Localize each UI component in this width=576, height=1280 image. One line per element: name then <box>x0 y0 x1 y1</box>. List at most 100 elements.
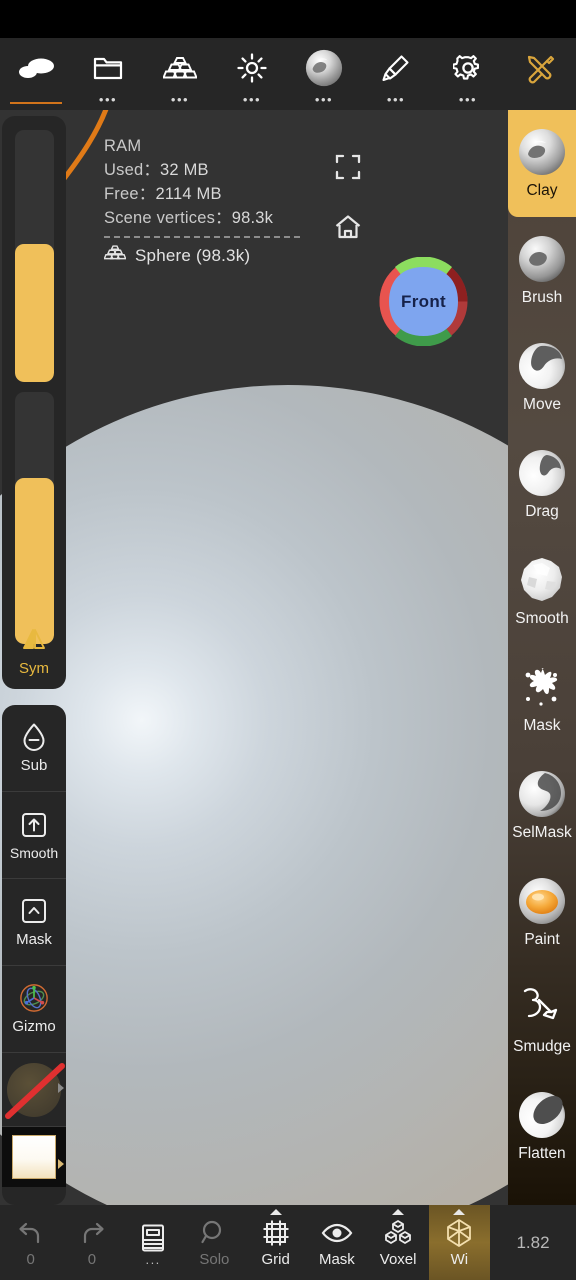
redo-arrow-icon <box>76 1217 108 1249</box>
bottom-item-voxel[interactable]: Voxel <box>368 1205 429 1280</box>
view-orientation-widget[interactable]: Front <box>379 256 468 347</box>
flatten-ball-icon <box>517 1090 567 1140</box>
bottom-item-grid[interactable]: Grid <box>245 1205 306 1280</box>
chevron-up-icon <box>453 1209 466 1215</box>
tool-item-label: Mask <box>523 717 561 734</box>
symmetry-icon <box>19 627 49 656</box>
tool-item-smudge[interactable]: Smudge <box>508 966 576 1073</box>
tool-item-label: Move <box>523 396 561 413</box>
wireframe-icon <box>443 1217 475 1249</box>
tool-item-label: Flatten <box>518 1145 566 1162</box>
tool-item-selmask[interactable]: SelMask <box>508 752 576 859</box>
bottom-item-solo[interactable]: Solo <box>184 1205 245 1280</box>
bottom-item-wireframe[interactable]: Wi <box>428 1205 490 1280</box>
paint-ball-icon <box>517 876 567 926</box>
ram-used-label: Used： <box>104 161 161 179</box>
sphere-model[interactable] <box>0 385 576 1205</box>
bottom-item-redo[interactable]: 0 <box>61 1205 122 1280</box>
topbar-more-dots: ••• <box>98 92 118 107</box>
ram-free-row: Free：2114 MB <box>104 182 300 206</box>
ram-free-value: 2114 MB <box>155 185 222 203</box>
bottom-item-layers[interactable]: ... <box>123 1205 184 1280</box>
topbar-item-settings[interactable]: ••• <box>432 38 504 110</box>
home-icon[interactable] <box>331 210 365 244</box>
left-item-label: Gizmo <box>12 1018 56 1035</box>
tool-item-label: Smooth <box>515 610 569 627</box>
scene-info-overlay: RAM Used：32 MB Free：2114 MB Scene vertic… <box>103 134 300 268</box>
left-item-gizmo[interactable]: Gizmo <box>2 966 66 1053</box>
topbar-item-tools[interactable] <box>504 38 576 110</box>
chevron-up-icon <box>269 1209 282 1215</box>
tool-item-mask[interactable]: Mask <box>508 645 576 752</box>
scene-object-row[interactable]: Sphere (98.3k) <box>103 244 300 268</box>
undo-count: 0 <box>26 1251 35 1268</box>
topbar-item-topology[interactable]: ••• <box>144 38 216 110</box>
grid-label: Grid <box>261 1251 290 1268</box>
topbar-item-lighting[interactable]: ••• <box>216 38 288 110</box>
topbar-item-material[interactable]: ••• <box>288 38 360 110</box>
viewport-3d[interactable]: RAM Used：32 MB Free：2114 MB Scene vertic… <box>0 110 576 1205</box>
view-orientation-label: Front <box>401 291 446 311</box>
brush-intensity-slider[interactable] <box>15 392 54 644</box>
app-version: 1.82 <box>490 1205 576 1280</box>
stacked-blocks-icon <box>160 48 200 88</box>
status-bar <box>0 0 576 38</box>
bottom-item-mask[interactable]: Mask <box>306 1205 367 1280</box>
smooth-ball-icon <box>517 555 567 605</box>
stacked-blocks-icon <box>103 244 127 268</box>
topbar-item-files[interactable]: ••• <box>72 38 144 110</box>
left-item-mask[interactable]: Mask <box>2 879 66 966</box>
bottom-item-undo[interactable]: 0 <box>0 1205 61 1280</box>
folder-icon <box>88 48 128 88</box>
ram-used-row: Used：32 MB <box>104 158 300 182</box>
redo-count: 0 <box>87 1251 97 1268</box>
brush-size-slider[interactable] <box>15 130 54 382</box>
topbar-more-dots: ••• <box>242 92 262 107</box>
left-item-sub[interactable]: Sub <box>2 705 66 792</box>
smudge-hand-icon <box>517 983 567 1033</box>
alpha-swatch[interactable] <box>2 1053 66 1127</box>
color-chip <box>12 1135 56 1179</box>
voxel-cubes-icon <box>382 1217 414 1249</box>
scene-vertices-value: 98.3k <box>231 209 274 227</box>
topbar-item-sculpt[interactable] <box>0 38 72 110</box>
symmetry-button[interactable]: Sym <box>2 616 66 688</box>
undo-arrow-icon <box>15 1217 47 1249</box>
tool-item-move[interactable]: Move <box>508 324 576 431</box>
topbar-more-dots: ••• <box>314 92 334 107</box>
left-panel-actions: Sub Smooth Mask Gizmo <box>2 705 66 1205</box>
tool-item-label: Smudge <box>513 1038 571 1055</box>
info-divider <box>104 236 300 238</box>
tool-item-brush[interactable]: Brush <box>508 217 576 324</box>
eye-icon <box>321 1217 353 1249</box>
fullscreen-icon[interactable] <box>331 150 365 184</box>
ram-free-label: Free： <box>104 185 156 203</box>
tool-item-label: Brush <box>521 289 563 306</box>
color-expand-caret[interactable] <box>58 1159 64 1169</box>
tool-item-clay[interactable]: Clay <box>508 110 576 217</box>
topbar-item-paint[interactable]: ••• <box>360 38 432 110</box>
paintbrush-icon <box>376 48 416 88</box>
wrench-screwdriver-icon <box>520 48 560 88</box>
solo-label: Solo <box>199 1251 230 1268</box>
right-tool-sidebar: Clay Brush Move Drag Smooth Mask SelMask… <box>508 110 576 1205</box>
axis-gizmo-icon <box>19 983 49 1013</box>
chevron-up-box-icon <box>19 896 49 926</box>
brush-ball-icon <box>517 234 567 284</box>
clay-ball-icon <box>517 127 567 177</box>
tool-item-flatten[interactable]: Flatten <box>508 1073 576 1180</box>
voxel-label: Voxel <box>379 1251 417 1268</box>
alpha-expand-caret[interactable] <box>58 1083 64 1093</box>
topbar-more-dots: ••• <box>386 92 406 107</box>
tool-item-label: SelMask <box>512 824 572 841</box>
sun-icon <box>232 48 272 88</box>
left-item-smooth[interactable]: Smooth <box>2 792 66 879</box>
top-toolbar: ••• ••• ••• ••• ••• ••• <box>0 38 576 110</box>
tool-item-drag[interactable]: Drag <box>508 431 576 538</box>
bottom-toolbar: 0 0 ... Solo Grid Mask Voxel Wi 1.82 <box>0 1205 576 1280</box>
droplet-minus-icon <box>19 722 49 752</box>
chevron-up-icon <box>392 1209 405 1215</box>
tool-item-smooth[interactable]: Smooth <box>508 538 576 645</box>
color-swatch[interactable] <box>2 1127 66 1187</box>
tool-item-paint[interactable]: Paint <box>508 859 576 966</box>
